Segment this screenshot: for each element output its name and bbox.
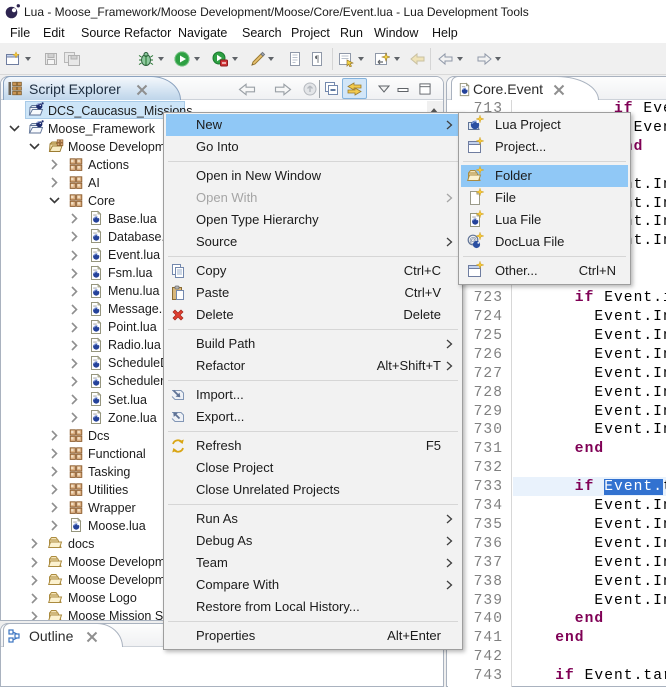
svg-text:¶: ¶ — [315, 54, 319, 64]
